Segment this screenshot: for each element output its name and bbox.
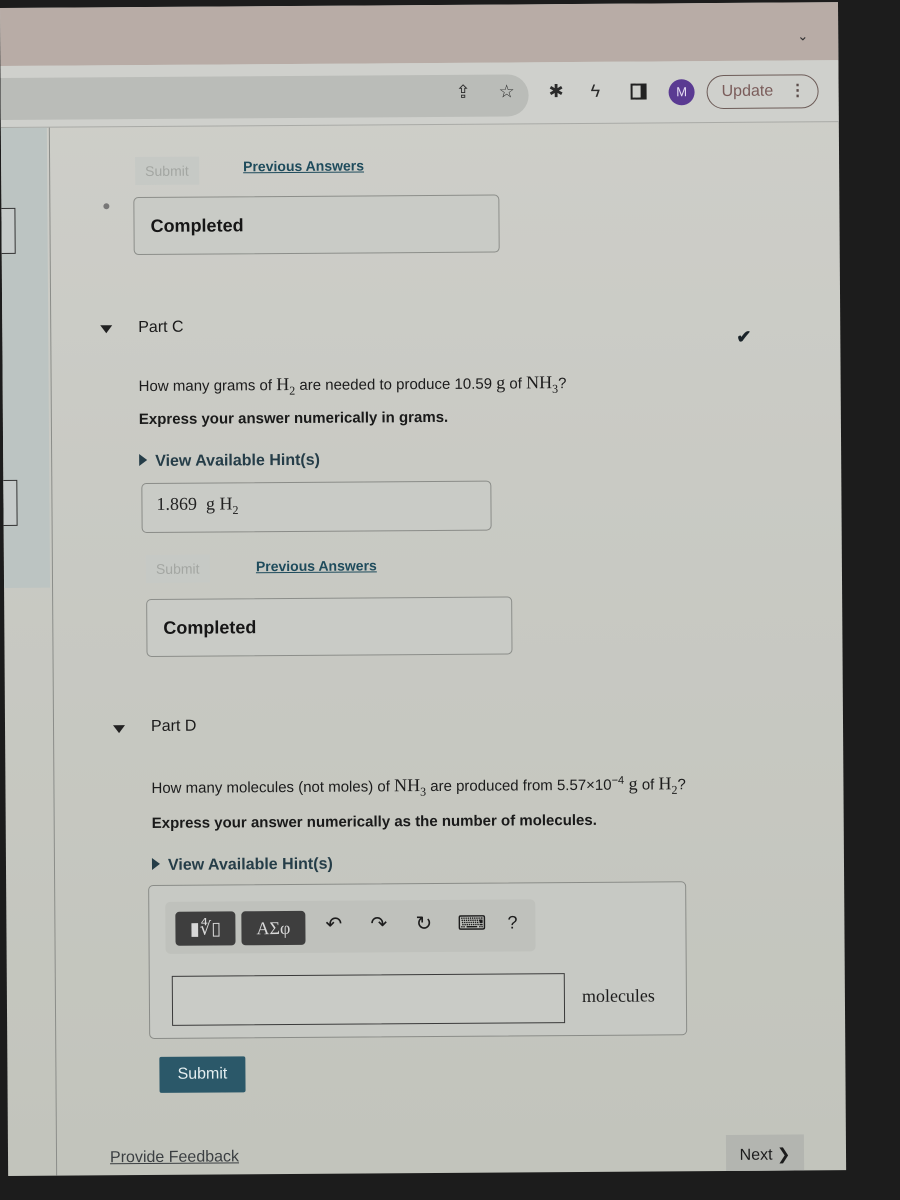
browser-toolbar: ⇪ ☆ ✱ ϟ M Update ⋮ xyxy=(0,60,839,128)
update-button[interactable]: Update ⋮ xyxy=(706,74,819,110)
exponent: −4 xyxy=(611,774,625,787)
species-h2: H2 xyxy=(658,773,677,797)
part-c-instruction: Express your answer numerically in grams… xyxy=(138,408,449,429)
question-text: ? xyxy=(557,375,567,393)
sidepanel-icon[interactable] xyxy=(630,83,647,100)
species-nh3: NH3 xyxy=(525,372,558,396)
symbols-button[interactable]: ΑΣφ xyxy=(241,910,306,946)
question-text: of xyxy=(637,776,659,794)
part-c-status: Completed xyxy=(163,617,257,638)
left-panel-box xyxy=(0,479,18,527)
part-c-title[interactable]: Part C xyxy=(138,319,183,337)
next-button[interactable]: Next ❯ xyxy=(725,1134,805,1175)
species-symbol: NH xyxy=(525,372,553,393)
hint-label: View Available Hint(s) xyxy=(167,855,333,874)
answer-unit-subscript: 2 xyxy=(232,502,239,517)
question-text: ? xyxy=(677,776,686,794)
redo-icon[interactable]: ↷ xyxy=(370,913,387,935)
part-c-answer-display: 1.869 g H2 xyxy=(141,480,492,534)
screen: ⌄ ⇪ ☆ ✱ ϟ M Update ⋮ Submit Previous Ans… xyxy=(0,2,847,1176)
share-icon[interactable]: ⇪ xyxy=(456,82,471,102)
question-text: of xyxy=(505,375,527,393)
browser-tabstrip: ⌄ xyxy=(0,2,839,66)
question-text: How many molecules (not moles) of xyxy=(151,778,395,797)
part-d-instruction: Express your answer numerically as the n… xyxy=(151,811,597,832)
part-d-unit-label: molecules xyxy=(581,985,655,1006)
profile-avatar[interactable]: M xyxy=(668,79,695,106)
tab-search-chevron-icon[interactable]: ⌄ xyxy=(797,28,808,44)
part-b-submit-button[interactable]: Submit xyxy=(135,156,199,186)
part-d-question: How many molecules (not moles) of NH3 ar… xyxy=(151,773,686,801)
left-panel xyxy=(0,127,51,588)
part-d-submit-button[interactable]: Submit xyxy=(159,1056,246,1093)
part-d-hint-toggle[interactable]: View Available Hint(s) xyxy=(151,855,333,875)
expand-triangle-icon xyxy=(139,453,148,467)
part-c-collapse-icon[interactable] xyxy=(100,325,113,334)
part-c-correct-checkmark-icon: ✔ xyxy=(736,326,752,347)
help-icon[interactable]: ? xyxy=(507,912,517,932)
part-c-submit-button[interactable]: Submit xyxy=(145,554,210,583)
answer-unit: g H xyxy=(205,493,233,514)
reset-icon[interactable]: ↻ xyxy=(415,913,432,935)
question-text: How many grams of xyxy=(138,377,277,396)
star-icon[interactable]: ☆ xyxy=(499,81,515,101)
species-h2: H2 xyxy=(276,373,295,398)
kebab-menu-icon[interactable]: ⋮ xyxy=(789,75,806,106)
part-d-title[interactable]: Part D xyxy=(151,718,196,736)
species-symbol: H xyxy=(276,373,290,395)
templates-button[interactable]: ▮∜▯ xyxy=(175,911,236,946)
species-symbol: NH xyxy=(393,775,421,796)
part-d-answer-input[interactable] xyxy=(171,973,566,1026)
hint-label: View Available Hint(s) xyxy=(155,451,321,470)
answer-value: 1.869 xyxy=(156,493,198,514)
left-panel-box xyxy=(0,207,16,255)
bullet-dot xyxy=(103,203,110,210)
species-symbol: H xyxy=(658,773,672,794)
update-label: Update xyxy=(721,82,774,100)
keyboard-icon[interactable]: ⌨ xyxy=(457,913,486,935)
part-d-collapse-icon[interactable] xyxy=(113,725,126,734)
extensions-icon[interactable]: ✱ xyxy=(549,81,564,101)
undo-icon[interactable]: ↶ xyxy=(325,914,342,936)
math-toolbar: ▮∜▯ ΑΣφ ↶ ↷ ↻ ⌨ ? xyxy=(165,899,536,954)
question-text: are needed to produce 10.59 xyxy=(295,375,497,394)
unit-g: g xyxy=(624,773,638,794)
species-nh3: NH3 xyxy=(393,775,426,799)
leaf-bolt-icon[interactable]: ϟ xyxy=(591,81,601,101)
part-b-completed-box: Completed xyxy=(133,194,500,256)
part-c-previous-answers-link[interactable]: Previous Answers xyxy=(256,557,377,574)
content-divider xyxy=(48,127,58,1176)
address-bar[interactable] xyxy=(0,74,529,121)
part-b-previous-answers-link[interactable]: Previous Answers xyxy=(243,157,364,174)
expand-triangle-icon xyxy=(151,857,161,870)
part-d-answer-panel: ▮∜▯ ΑΣφ ↶ ↷ ↻ ⌨ ? molecules xyxy=(148,881,688,1039)
part-b-status: Completed xyxy=(150,215,244,236)
provide-feedback-link[interactable]: Provide Feedback xyxy=(110,1148,239,1167)
part-c-completed-box: Completed xyxy=(146,596,513,657)
question-text: are produced from 5.57×10 xyxy=(425,776,612,796)
unit-g: g xyxy=(496,372,506,393)
part-c-question: How many grams of H2 are needed to produ… xyxy=(139,372,567,400)
part-c-hint-toggle[interactable]: View Available Hint(s) xyxy=(139,452,320,471)
